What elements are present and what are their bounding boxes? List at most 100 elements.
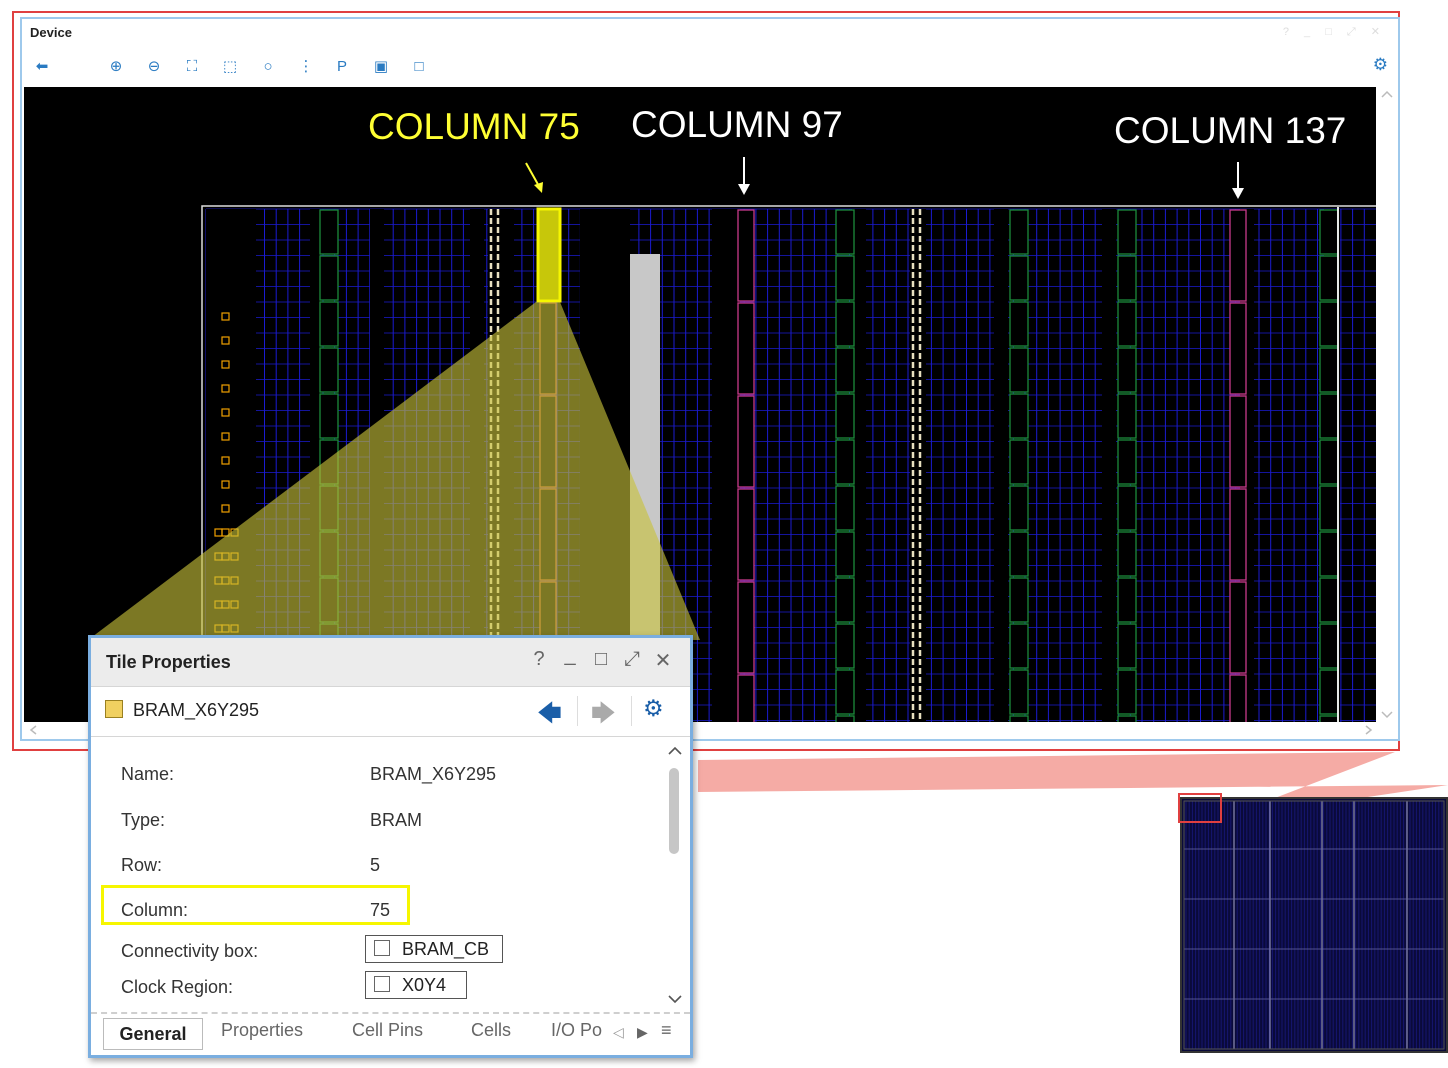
bram-tile <box>1229 209 1247 302</box>
forward-arrow-icon[interactable]: 🡆 <box>591 696 616 737</box>
dsp-tile <box>319 531 339 577</box>
bram-tile <box>1229 581 1247 674</box>
dsp-tile <box>835 301 855 347</box>
clock-region-link[interactable]: X0Y4 <box>365 971 467 999</box>
restore-icon[interactable]: □ <box>589 648 613 671</box>
dsp-tile <box>1319 485 1339 531</box>
connectivity-box-label: Connectivity box: <box>121 941 259 961</box>
dsp-tile <box>1009 393 1029 439</box>
dsp-tile <box>1009 623 1029 669</box>
tab-menu-icon[interactable]: ≡ <box>661 1020 672 1041</box>
clock-region-label: Clock Region: <box>121 977 234 997</box>
dsp-tile <box>1117 623 1137 669</box>
scrollbar-thumb[interactable] <box>669 768 679 854</box>
dsp-tile <box>1117 531 1137 577</box>
close-icon[interactable]: ✕ <box>651 648 675 673</box>
dsp-tile <box>1319 393 1339 439</box>
help-icon[interactable]: ? <box>527 648 551 671</box>
column-75-label: COLUMN 75 <box>368 106 580 147</box>
dsp-tile <box>1319 531 1339 577</box>
tile-properties-tabs: General Properties Cell Pins Cells I/O P… <box>91 1012 690 1054</box>
dsp-tile <box>1117 485 1137 531</box>
zoom-fit-icon[interactable]: ⛶ <box>180 55 204 79</box>
device-window-controls[interactable]: ? _ □ ⤢ ✕ <box>1283 25 1386 39</box>
routing-icon[interactable]: ⋮ <box>294 55 318 79</box>
fabric-gap <box>712 209 740 722</box>
zoom-out-icon[interactable]: ⊖ <box>142 55 166 79</box>
dsp-tile <box>1319 439 1339 485</box>
bram-tile <box>1229 302 1247 395</box>
dsp-tile <box>1117 669 1137 715</box>
dsp-tile <box>319 485 339 531</box>
dsp-tile <box>1009 301 1029 347</box>
tile-properties-header: Tile Properties ? _ □ ⤢ ✕ <box>91 638 690 687</box>
type-value: BRAM <box>370 810 423 830</box>
device-fabric <box>201 205 1376 722</box>
bram-tile <box>539 302 557 395</box>
device-window-title: Device <box>30 25 72 40</box>
zoom-area-icon[interactable]: ⬚ <box>218 55 242 79</box>
tab-io-ports[interactable]: I/O Po <box>551 1020 602 1041</box>
dsp-tile <box>1009 347 1029 393</box>
dsp-tile <box>835 393 855 439</box>
fabric-gap <box>994 209 1008 722</box>
dsp-tile <box>1117 301 1137 347</box>
pblock-icon[interactable]: □ <box>407 55 431 79</box>
device-minimap[interactable] <box>1180 797 1448 1053</box>
dsp-tile <box>835 255 855 301</box>
device-canvas[interactable] <box>24 87 1376 722</box>
dsp-tile <box>1117 393 1137 439</box>
dsp-tile <box>1319 301 1339 347</box>
dsp-tile <box>1009 209 1029 255</box>
dsp-tile <box>319 209 339 255</box>
tile-properties-panel: Tile Properties ? _ □ ⤢ ✕ BRAM_X6Y295 🡄 … <box>88 635 693 1058</box>
dsp-tile <box>1009 485 1029 531</box>
tab-scroll-left-icon[interactable]: ◁ <box>613 1024 624 1041</box>
dsp-tile <box>835 347 855 393</box>
row-label: Row: <box>121 855 163 875</box>
back-arrow-icon[interactable]: 🡄 <box>537 696 562 737</box>
dsp-tile <box>835 715 855 722</box>
gear-icon[interactable]: ⚙ <box>643 695 664 722</box>
tab-scroll-right-icon[interactable]: ▶ <box>637 1024 648 1041</box>
minimize-icon[interactable]: _ <box>558 644 582 667</box>
bram-tile <box>737 581 755 674</box>
bram-tile <box>539 488 557 581</box>
zoom-in-icon[interactable]: ⊕ <box>104 55 128 79</box>
clock-region-value: X0Y4 <box>402 975 447 995</box>
dsp-tile <box>319 301 339 347</box>
selected-tile-name: BRAM_X6Y295 <box>133 700 260 720</box>
dsp-tile <box>835 531 855 577</box>
connectivity-box-link[interactable]: BRAM_CB <box>365 935 503 963</box>
dsp-tile <box>1319 623 1339 669</box>
connectivity-box-icon <box>374 940 390 956</box>
tab-general[interactable]: General <box>103 1018 203 1050</box>
dsp-tile <box>835 209 855 255</box>
bram-tile <box>1229 488 1247 581</box>
dsp-tile <box>319 393 339 439</box>
back-arrow-icon[interactable]: ⬅ <box>30 55 54 79</box>
circle-select-icon[interactable]: ○ <box>256 55 280 79</box>
tab-cells[interactable]: Cells <box>471 1020 511 1041</box>
dsp-tile <box>1319 715 1339 722</box>
dsp-tile <box>1117 577 1137 623</box>
float-icon[interactable]: ⤢ <box>620 648 644 671</box>
floorplan-icon[interactable]: ▣ <box>369 55 393 79</box>
dsp-tile <box>835 439 855 485</box>
bram-tile <box>737 395 755 488</box>
tab-properties[interactable]: Properties <box>221 1020 303 1041</box>
minimap-viewport-indicator[interactable] <box>1178 793 1222 823</box>
toolbar-separator <box>631 696 632 726</box>
tile-properties-title: Tile Properties <box>106 652 231 672</box>
placement-icon[interactable]: P <box>330 55 354 79</box>
bram-tile <box>737 674 755 722</box>
dsp-tile <box>1009 577 1029 623</box>
tab-cell-pins[interactable]: Cell Pins <box>352 1020 423 1041</box>
dsp-tile <box>835 485 855 531</box>
row-value: 5 <box>370 855 381 875</box>
vertical-scrollbar[interactable] <box>1378 87 1396 722</box>
gear-icon[interactable]: ⚙ <box>1373 55 1388 75</box>
fabric-gap <box>1102 209 1116 722</box>
dsp-tile <box>1319 209 1339 255</box>
properties-scrollbar[interactable] <box>665 742 685 1008</box>
